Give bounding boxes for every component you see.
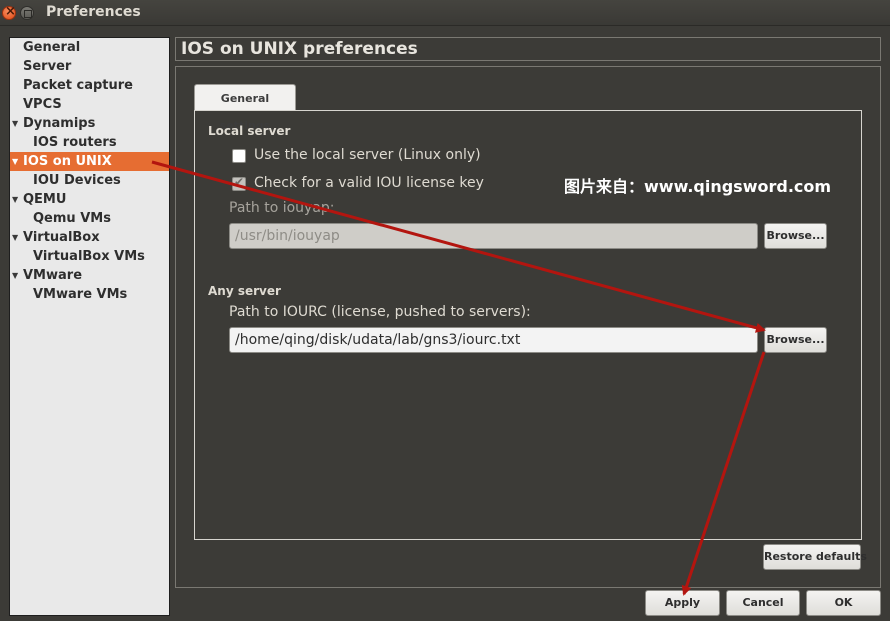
check-license-option[interactable]: Check for a valid IOU license key [232, 175, 492, 193]
expand-arrow-icon[interactable]: ▼ [12, 114, 18, 133]
close-window-icon[interactable] [2, 4, 16, 20]
expand-arrow-icon[interactable]: ▼ [12, 228, 18, 247]
page-title: IOS on UNIX preferences [181, 39, 418, 59]
iourc-path-field[interactable]: /home/qing/disk/udata/lab/gns3/iourc.txt [229, 327, 758, 353]
sidebar-item-label: VMware [23, 268, 83, 283]
use-local-server-checkbox[interactable] [232, 149, 246, 163]
sidebar-item-label: IOS on UNIX [23, 154, 112, 169]
check-license-checkbox[interactable] [232, 175, 246, 191]
any-server-heading: Any server [208, 284, 281, 298]
browse-iourc-button[interactable]: Browse... [764, 327, 827, 353]
sidebar-item-label: IOU Devices [33, 173, 121, 188]
use-local-server-option[interactable]: Use the local server (Linux only) [232, 147, 492, 165]
sidebar-item-qemu[interactable]: ▼ QEMU [10, 190, 169, 209]
sidebar-item-label: Dynamips [23, 116, 96, 131]
iouyap-path-label: Path to iouyap: [229, 200, 335, 216]
sidebar-item-virtualbox-vms[interactable]: VirtualBox VMs [10, 247, 169, 266]
preferences-sidebar: General Server Packet capture VPCS ▼ Dyna… [9, 37, 170, 616]
expand-arrow-icon[interactable]: ▼ [12, 190, 18, 209]
browse-iouyap-button[interactable]: Browse... [764, 223, 827, 249]
sidebar-item-label: QEMU [23, 192, 67, 207]
minimize-window-icon[interactable] [20, 6, 34, 20]
local-server-heading: Local server [208, 124, 291, 138]
use-local-server-label: Use the local server (Linux only) [254, 147, 481, 163]
sidebar-item-qemu-vms[interactable]: Qemu VMs [10, 209, 169, 228]
sidebar-item-vpcs[interactable]: VPCS [10, 95, 169, 114]
expand-arrow-icon[interactable]: ▼ [12, 266, 18, 285]
sidebar-item-virtualbox[interactable]: ▼ VirtualBox [10, 228, 169, 247]
sidebar-item-label: VPCS [23, 97, 62, 112]
sidebar-item-label: Qemu VMs [33, 211, 111, 226]
title-bar: Preferences [0, 0, 890, 26]
ok-button[interactable]: OK [806, 590, 881, 616]
sidebar-item-packet-capture[interactable]: Packet capture [10, 76, 169, 95]
iourc-path-label: Path to IOURC (license, pushed to server… [229, 304, 531, 320]
check-license-label: Check for a valid IOU license key [254, 175, 484, 191]
sidebar-item-iou-devices[interactable]: IOU Devices [10, 171, 169, 190]
sidebar-item-general[interactable]: General [10, 38, 169, 57]
sidebar-item-label: General [23, 40, 81, 55]
sidebar-item-label: VirtualBox VMs [33, 249, 145, 264]
cancel-button[interactable]: Cancel [726, 590, 800, 616]
watermark-text: 图片来自：www.qingsword.com [564, 177, 832, 196]
expand-arrow-icon[interactable]: ▼ [12, 152, 18, 171]
sidebar-item-label: VirtualBox [23, 230, 100, 245]
sidebar-item-ios-on-unix[interactable]: ▼ IOS on UNIX [10, 152, 169, 171]
sidebar-item-label: Server [23, 59, 72, 74]
sidebar-item-label: VMware VMs [33, 287, 128, 302]
sidebar-item-vmware-vms[interactable]: VMware VMs [10, 285, 169, 304]
window-title: Preferences [46, 4, 141, 20]
restore-defaults-button[interactable]: Restore defaults [763, 544, 867, 570]
sidebar-item-label: IOS routers [33, 135, 117, 150]
sidebar-item-dynamips[interactable]: ▼ Dynamips [10, 114, 169, 133]
sidebar-item-ios-routers[interactable]: IOS routers [10, 133, 169, 152]
apply-button[interactable]: Apply [645, 590, 720, 616]
sidebar-item-label: Packet capture [23, 78, 133, 93]
iouyap-path-field[interactable]: /usr/bin/iouyap [229, 223, 758, 249]
tab-general-settings[interactable]: General settings [194, 84, 296, 132]
sidebar-item-server[interactable]: Server [10, 57, 169, 76]
sidebar-item-vmware[interactable]: ▼ VMware [10, 266, 169, 285]
page-title-box: IOS on UNIX preferences [175, 37, 881, 61]
